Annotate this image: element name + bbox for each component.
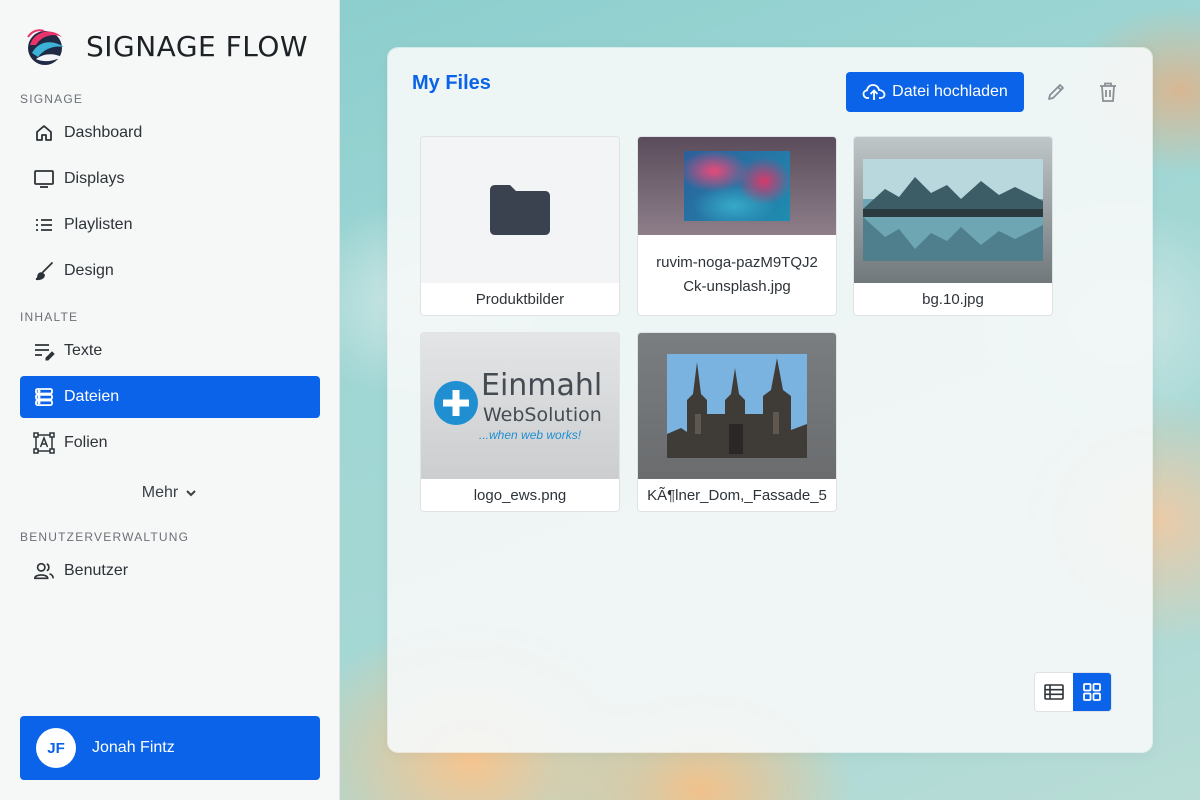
file-name: KÃ¶lner_Dom,_Fassade_5 — [647, 486, 827, 504]
sidebar-item-label: Playlisten — [64, 216, 133, 233]
users-icon — [33, 560, 55, 582]
grid-view-button[interactable] — [1073, 673, 1111, 711]
upload-file-button[interactable]: Datei hochladen — [846, 72, 1024, 112]
more-label: Mehr — [141, 484, 179, 501]
section-label-signage: SIGNAGE — [20, 92, 84, 106]
sidebar-item-dateien[interactable]: Dateien — [20, 376, 320, 418]
grid-view-icon — [1083, 683, 1101, 701]
file-tile-image[interactable]: KÃ¶lner_Dom,_Fassade_5 — [637, 332, 837, 512]
file-thumbnail — [638, 333, 836, 479]
edit-icon[interactable] — [1044, 80, 1068, 104]
sidebar-item-texte[interactable]: Texte — [20, 330, 320, 372]
file-manager-panel: My Files Datei hochladen Produktbilder r… — [388, 48, 1152, 752]
list-view-button[interactable] — [1035, 673, 1073, 711]
image-preview — [667, 354, 807, 458]
file-thumbnail — [421, 137, 619, 283]
plus-circle-icon — [434, 381, 478, 425]
file-tile-image[interactable]: Einmahl WebSolution ...when web works! l… — [420, 332, 620, 512]
sidebar-item-label: Benutzer — [64, 562, 129, 579]
chevron-down-icon — [186, 490, 196, 497]
sidebar-item-folien[interactable]: Folien — [20, 422, 320, 464]
image-preview — [863, 159, 1043, 261]
cloud-upload-icon — [862, 84, 886, 100]
view-mode-toggle — [1034, 672, 1112, 712]
file-thumbnail — [854, 137, 1052, 283]
list-view-icon — [1044, 684, 1064, 700]
user-profile-card[interactable]: JF Jonah Fintz — [20, 716, 320, 780]
trash-icon[interactable] — [1096, 80, 1120, 104]
sidebar-item-label: Folien — [64, 434, 108, 451]
file-thumbnail: Einmahl WebSolution ...when web works! — [421, 333, 619, 479]
sidebar-item-label: Displays — [64, 170, 125, 187]
brand-name: SIGNAGE FLOW — [86, 29, 309, 63]
file-thumbnail — [638, 137, 836, 235]
file-tile-folder[interactable]: Produktbilder — [420, 136, 620, 316]
sidebar-item-label: Dateien — [64, 388, 120, 405]
sidebar-item-benutzer[interactable]: Benutzer — [20, 550, 320, 592]
text-edit-icon — [33, 340, 55, 362]
slide-icon — [33, 432, 55, 454]
list-icon — [33, 214, 55, 236]
sidebar-item-playlisten[interactable]: Playlisten — [20, 204, 320, 246]
sidebar-item-label: Dashboard — [64, 124, 143, 141]
file-name: logo_ews.png — [473, 486, 567, 504]
logo-tagline: ...when web works! — [479, 428, 582, 442]
sidebar-item-design[interactable]: Design — [20, 250, 320, 292]
storage-icon — [33, 386, 55, 408]
sidebar-item-dashboard[interactable]: Dashboard — [20, 112, 320, 154]
file-name: ruvim-noga-pazM9TQJ2Ck-unsplash.jpg — [656, 254, 818, 295]
section-label-benutzerverwaltung: BENUTZERVERWALTUNG — [20, 530, 190, 544]
sidebar-item-label: Texte — [64, 342, 103, 359]
page-title: My Files — [412, 72, 491, 94]
logo-line1: Einmahl — [481, 368, 603, 403]
user-name: Jonah Fintz — [92, 739, 175, 756]
monitor-icon — [33, 168, 55, 190]
home-icon — [33, 122, 55, 144]
brand-logo-icon — [27, 29, 64, 65]
brand[interactable]: SIGNAGE FLOW — [22, 22, 308, 70]
file-name: Produktbilder — [475, 290, 565, 308]
file-name: bg.10.jpg — [922, 290, 984, 308]
folder-icon — [490, 185, 550, 235]
more-button[interactable]: Mehr — [20, 480, 320, 506]
sidebar-item-label: Design — [64, 262, 114, 279]
logo-line2: WebSolution — [483, 404, 602, 426]
brush-icon — [33, 260, 55, 282]
image-preview — [684, 151, 790, 221]
sidebar: SIGNAGE FLOW SIGNAGE Dashboard Displays … — [0, 0, 340, 800]
upload-label: Datei hochladen — [892, 83, 1008, 100]
sidebar-item-displays[interactable]: Displays — [20, 158, 320, 200]
avatar: JF — [36, 728, 76, 768]
file-tile-image[interactable]: bg.10.jpg — [853, 136, 1053, 316]
section-label-inhalte: INHALTE — [20, 310, 79, 324]
logo-preview: Einmahl WebSolution ...when web works! — [425, 366, 615, 446]
file-tile-image[interactable]: ruvim-noga-pazM9TQJ2Ck-unsplash.jpg — [637, 136, 837, 316]
